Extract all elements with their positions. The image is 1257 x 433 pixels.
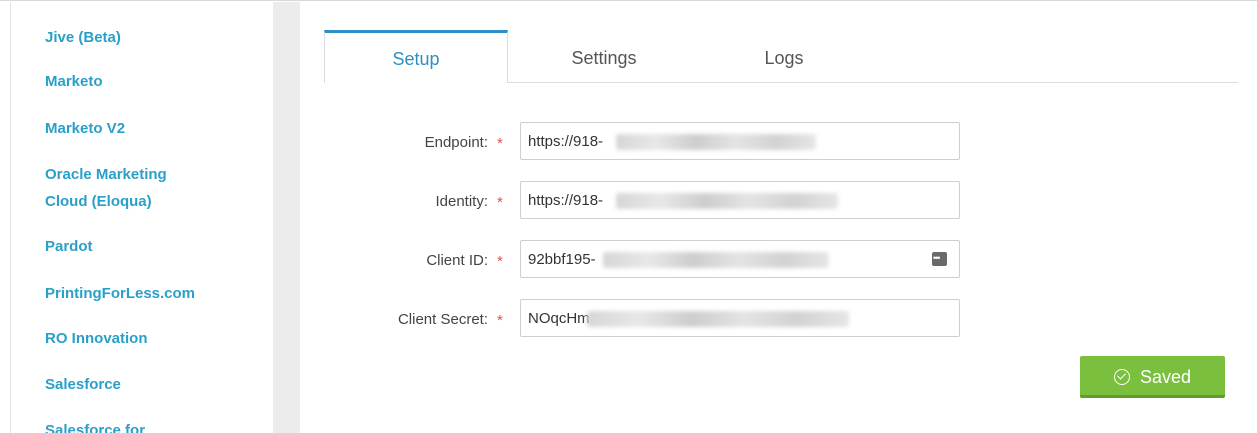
check-circle-icon bbox=[1113, 369, 1130, 385]
password-manager-icon[interactable] bbox=[932, 251, 947, 266]
sidebar-item-oracle-eloqua[interactable]: Oracle Marketing Cloud (Eloqua) bbox=[45, 161, 205, 215]
client-id-row: Client ID: * 92bbf195- bbox=[300, 240, 1257, 280]
required-marker: * bbox=[497, 312, 503, 329]
sidebar-divider bbox=[273, 2, 300, 433]
tab-settings[interactable]: Settings bbox=[529, 31, 679, 82]
endpoint-value: https://918- bbox=[528, 133, 604, 150]
sidebar-item-marketo-v2[interactable]: Marketo V2 bbox=[45, 115, 245, 142]
identity-value: https://918- bbox=[528, 192, 604, 209]
endpoint-row: Endpoint: * https://918- bbox=[300, 122, 1257, 162]
tab-bar: Setup Settings Logs bbox=[324, 30, 1238, 84]
app-frame: Jive (Beta) Marketo Marketo V2 Oracle Ma… bbox=[0, 0, 1257, 433]
client-id-input[interactable]: 92bbf195- bbox=[520, 240, 960, 278]
identity-label: Identity: bbox=[435, 193, 488, 210]
sidebar-item-pardot[interactable]: Pardot bbox=[45, 233, 245, 260]
sidebar-item-ro-innovation[interactable]: RO Innovation bbox=[45, 325, 245, 352]
client-id-value: 92bbf195- bbox=[528, 251, 596, 268]
client-secret-row: Client Secret: * NOqcHm bbox=[300, 299, 1257, 339]
sidebar-item-marketo[interactable]: Marketo bbox=[45, 68, 245, 95]
redacted-text bbox=[587, 311, 849, 327]
saved-button-label: Saved bbox=[1139, 367, 1192, 387]
required-marker: * bbox=[497, 135, 503, 152]
endpoint-label: Endpoint: bbox=[424, 134, 488, 151]
sidebar-item-salesforce-for[interactable]: Salesforce for bbox=[45, 417, 245, 433]
sidebar-item-jive[interactable]: Jive (Beta) bbox=[45, 24, 245, 51]
sidebar-integrations: Jive (Beta) Marketo Marketo V2 Oracle Ma… bbox=[10, 2, 274, 433]
required-marker: * bbox=[497, 194, 503, 211]
saved-button[interactable]: Saved bbox=[1080, 356, 1225, 398]
client-id-label: Client ID: bbox=[426, 252, 488, 269]
identity-input[interactable]: https://918- bbox=[520, 181, 960, 219]
tab-logs[interactable]: Logs bbox=[709, 31, 859, 82]
redacted-text bbox=[616, 134, 816, 150]
redacted-text bbox=[603, 252, 829, 268]
endpoint-input[interactable]: https://918- bbox=[520, 122, 960, 160]
tab-setup[interactable]: Setup bbox=[324, 30, 508, 84]
client-secret-input[interactable]: NOqcHm bbox=[520, 299, 960, 337]
sidebar-item-salesforce[interactable]: Salesforce bbox=[45, 371, 245, 398]
client-secret-value: NOqcHm bbox=[528, 310, 590, 327]
client-secret-label: Client Secret: bbox=[397, 311, 488, 328]
integration-settings-panel: Setup Settings Logs Endpoint: * https://… bbox=[300, 2, 1257, 433]
redacted-text bbox=[616, 193, 838, 209]
required-marker: * bbox=[497, 253, 503, 270]
identity-row: Identity: * https://918- bbox=[300, 181, 1257, 221]
sidebar-item-printingforless[interactable]: PrintingForLess.com bbox=[45, 280, 245, 307]
